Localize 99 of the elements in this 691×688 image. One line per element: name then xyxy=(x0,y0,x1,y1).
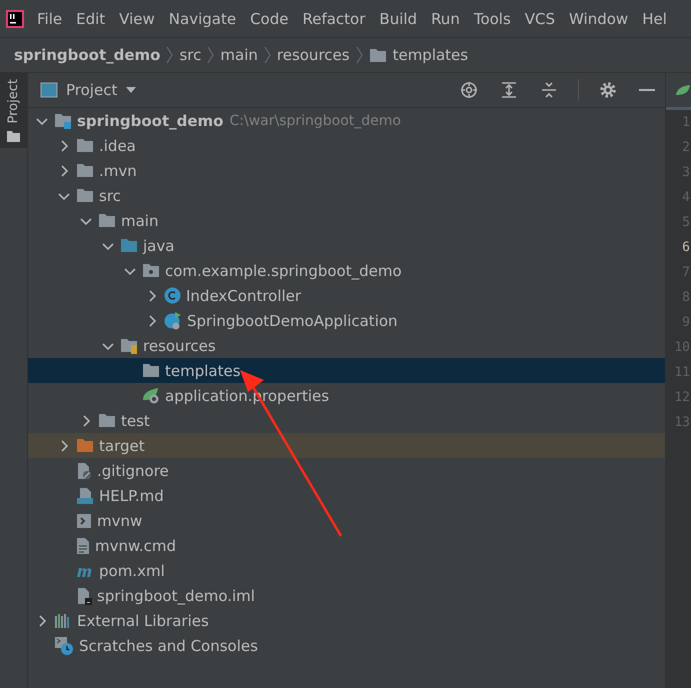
class-icon xyxy=(164,312,182,330)
tree-row[interactable]: src xyxy=(28,183,665,208)
menu-item[interactable]: Tools xyxy=(466,10,518,28)
tree-row[interactable]: .gitignore xyxy=(28,458,665,483)
source-folder-icon xyxy=(120,238,138,253)
breadcrumb-item[interactable]: springboot_demo xyxy=(14,46,160,64)
menu-item[interactable]: View xyxy=(112,10,162,28)
libraries-icon xyxy=(54,612,72,628)
breadcrumb-item[interactable]: src xyxy=(179,46,202,64)
chevron-right-icon xyxy=(264,46,271,64)
tree-item-label: SpringbootDemoApplication xyxy=(187,312,398,330)
collapse-all-icon[interactable] xyxy=(540,81,558,99)
spring-leaf-icon[interactable] xyxy=(676,84,690,96)
tree-row[interactable]: mvnw.cmd xyxy=(28,533,665,558)
tree-item-label: test xyxy=(121,412,150,430)
tree-row[interactable]: java xyxy=(28,233,665,258)
folder-icon xyxy=(368,48,387,62)
chevron-right-icon xyxy=(207,46,214,64)
tree-row[interactable]: springboot_demo.iml xyxy=(28,583,665,608)
selected-tree-row[interactable]: templates xyxy=(28,358,665,383)
spring-leaf-icon xyxy=(142,387,160,404)
menu-item[interactable]: Window xyxy=(562,10,636,28)
file-icon xyxy=(76,462,92,480)
breadcrumb-item[interactable]: main xyxy=(220,46,258,64)
folder-icon xyxy=(142,363,160,378)
tree-item-label: mvnw.cmd xyxy=(95,536,176,554)
tree-item-label: .gitignore xyxy=(97,462,169,480)
folder-icon xyxy=(76,163,94,178)
menu-item[interactable]: VCS xyxy=(518,10,562,28)
module-folder-icon xyxy=(54,112,72,128)
tree-row[interactable]: SpringbootDemoApplication xyxy=(28,308,665,333)
text-file-icon xyxy=(76,536,90,554)
project-side-tab[interactable]: Project xyxy=(0,73,27,148)
panel-title[interactable]: Project xyxy=(66,81,118,99)
tree-item-label: mvnw xyxy=(97,512,142,530)
tree-row[interactable]: resources xyxy=(28,333,665,358)
tree-item-label: pom.xml xyxy=(99,562,165,580)
excluded-folder-icon xyxy=(76,438,94,453)
folder-icon xyxy=(98,213,116,228)
tree-row[interactable]: springboot_demo C:\war\springboot_demo xyxy=(28,108,665,133)
caret-icon[interactable] xyxy=(125,86,138,94)
tree-item-label: IndexController xyxy=(186,286,302,304)
tree-item-label: springboot_demo xyxy=(77,112,224,130)
tree-item-label: target xyxy=(99,436,145,454)
chevron-right-icon xyxy=(356,46,363,64)
tree-item-label: Scratches and Consoles xyxy=(79,636,258,654)
menu-item[interactable]: Navigate xyxy=(162,10,244,28)
tree-item-label: External Libraries xyxy=(77,612,209,630)
scratches-icon xyxy=(54,636,74,656)
folder-icon xyxy=(98,413,116,428)
folder-icon xyxy=(7,131,20,142)
markdown-icon xyxy=(76,486,94,504)
tree-item-label: .idea xyxy=(99,136,136,154)
class-icon xyxy=(164,287,181,304)
tree-item-label: springboot_demo.iml xyxy=(97,586,255,604)
menu-item[interactable]: File xyxy=(30,10,70,28)
project-path: C:\war\springboot_demo xyxy=(229,112,401,128)
terminal-icon xyxy=(76,512,92,528)
menu-item[interactable]: Hel xyxy=(635,10,674,28)
expand-all-icon[interactable] xyxy=(500,81,518,99)
tree-item-label: java xyxy=(143,236,174,254)
tree-row[interactable]: Scratches and Consoles xyxy=(28,633,665,658)
tree-row[interactable]: com.example.springboot_demo xyxy=(28,258,665,283)
tree-row[interactable]: pom.xml xyxy=(28,558,665,583)
tree-item-label: templates xyxy=(165,362,241,380)
tree-item-label: .mvn xyxy=(99,162,137,180)
breadcrumb-item[interactable]: resources xyxy=(276,46,350,64)
menu-item[interactable]: Refactor xyxy=(295,10,372,28)
tree-item-label: src xyxy=(99,186,121,204)
tree-row[interactable]: mvnw xyxy=(28,508,665,533)
package-icon xyxy=(142,263,160,278)
tree-row[interactable]: HELP.md xyxy=(28,483,665,508)
tree-item-label: HELP.md xyxy=(99,486,164,504)
folder-icon xyxy=(76,188,94,203)
tree-row[interactable]: main xyxy=(28,208,665,233)
minimize-icon[interactable] xyxy=(639,88,655,92)
resource-folder-icon xyxy=(120,338,138,354)
tree-item-label: resources xyxy=(143,336,216,354)
tree-row[interactable]: .idea xyxy=(28,133,665,158)
tree-item-label: main xyxy=(121,212,158,230)
tree-row[interactable]: External Libraries xyxy=(28,608,665,633)
locate-icon[interactable] xyxy=(460,81,478,99)
folder-icon xyxy=(76,138,94,153)
menu-item[interactable]: Build xyxy=(372,10,424,28)
settings-icon[interactable] xyxy=(599,81,617,99)
menu-item[interactable]: Run xyxy=(424,10,467,28)
tree-row[interactable]: .mvn xyxy=(28,158,665,183)
tree-row[interactable]: test xyxy=(28,408,665,433)
tree-row[interactable]: IndexController xyxy=(28,283,665,308)
tree-row[interactable]: target xyxy=(28,433,665,458)
file-icon xyxy=(76,586,92,604)
menu-item[interactable]: Edit xyxy=(69,10,112,28)
window-icon xyxy=(40,82,58,98)
app-logo-icon xyxy=(6,10,24,28)
breadcrumb-item[interactable]: templates xyxy=(392,46,468,64)
tree-item-label: com.example.springboot_demo xyxy=(165,262,402,280)
chevron-right-icon xyxy=(166,46,174,64)
menu-item[interactable]: Code xyxy=(243,10,296,28)
line-number: 6 xyxy=(681,239,691,257)
